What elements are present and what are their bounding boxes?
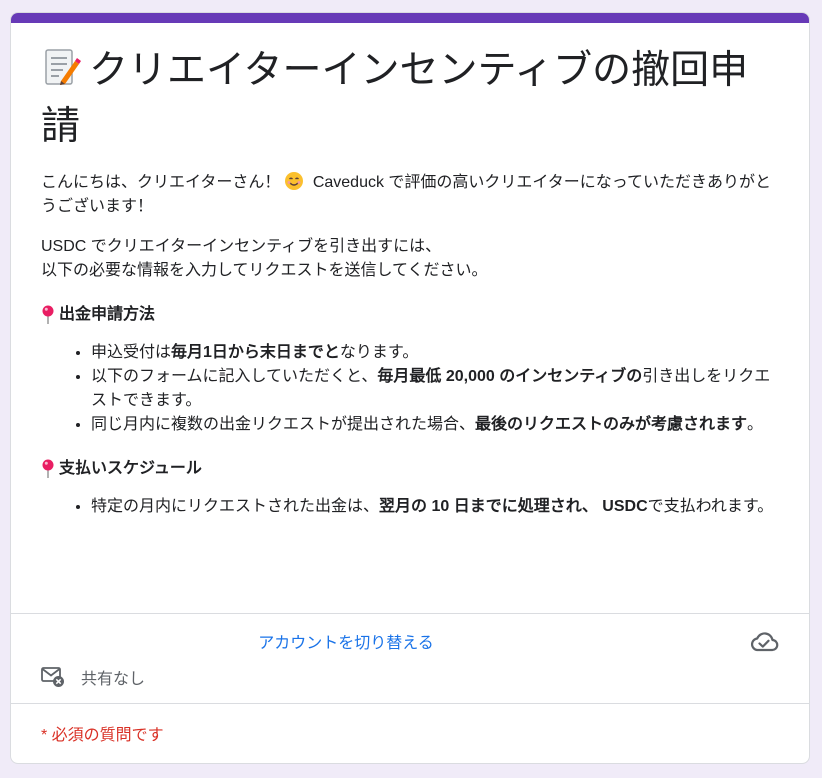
usdc-paragraph: USDC でクリエイターインセンティブを引き出すには、以下の必要な情報を入力して… [41,235,786,283]
memo-icon [45,49,81,85]
section-heading-text: 支払いスケジュール [59,460,202,477]
accent-bar [11,13,809,23]
list-item: 同じ月内に複数の出金リクエストが提出された場合、最後のリクエストのみが考慮されま… [91,413,786,437]
form-description: こんにちは、クリエイターさん！ Caveduck で評価の高いクリエイターになっ… [41,171,786,535]
required-note: * 必須の質問です [41,727,164,744]
withdrawal-list: 申込受付は毎月1日から末日までとなります。 以下のフォームに記入していただくと、… [41,341,786,437]
form-title-text: クリエイターインセンティブの撤回申請 [41,49,749,148]
section-heading-text: 出金申請方法 [59,306,156,323]
schedule-list: 特定の月内にリクエストされた出金は、翌月の 10 日までに処理され、 USDCで… [41,495,786,519]
share-status-row: 共有なし [41,665,145,689]
smiling-face-icon [285,172,304,190]
section-heading-withdrawal: 出金申請方法 [41,303,786,327]
list-item: 特定の月内にリクエストされた出金は、翌月の 10 日までに処理され、 USDCで… [91,495,786,519]
divider [11,703,809,704]
usdc-line-2: 以下の必要な情報を入力してリクエストを送信してください。 [41,262,488,279]
mail-off-icon [41,667,64,687]
intro-text-1: こんにちは、クリエイターさん！ [41,174,281,191]
pushpin-icon [42,459,54,478]
list-item: 以下のフォームに記入していただくと、毎月最低 20,000 のインセンティブの引… [91,365,786,413]
list-item: 申込受付は毎月1日から末日までとなります。 [91,341,786,365]
divider [11,613,809,614]
form-header-card: クリエイターインセンティブの撤回申請 こんにちは、クリエイターさん！ Caved… [10,12,810,764]
form-title: クリエイターインセンティブの撤回申請 [41,43,786,155]
switch-account-link[interactable]: アカウントを切り替える [11,629,681,653]
pushpin-icon [42,305,54,324]
usdc-line-1: USDC でクリエイターインセンティブを引き出すには、 [41,238,442,255]
share-status-text: 共有なし [81,671,146,688]
cloud-check-icon [751,632,779,652]
intro-paragraph: こんにちは、クリエイターさん！ Caveduck で評価の高いクリエイターになっ… [41,171,786,219]
section-heading-schedule: 支払いスケジュール [41,457,786,481]
